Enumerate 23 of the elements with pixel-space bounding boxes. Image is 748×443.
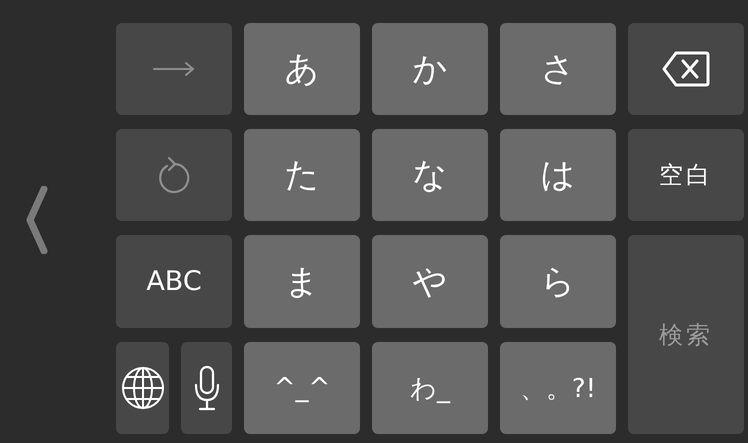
- globe-key[interactable]: [116, 342, 169, 434]
- kana-key[interactable]: な: [372, 129, 488, 221]
- backspace-icon: [662, 51, 710, 87]
- globe-icon: [120, 366, 164, 410]
- kana-key[interactable]: ら: [500, 235, 616, 328]
- space-key[interactable]: 空白: [628, 129, 744, 221]
- kana-key[interactable]: わ_: [372, 342, 488, 434]
- kana-key[interactable]: た: [244, 129, 360, 221]
- kana-key[interactable]: あ: [244, 23, 360, 115]
- microphone-icon: [194, 365, 220, 411]
- kana-key[interactable]: は: [500, 129, 616, 221]
- kana-key[interactable]: さ: [500, 23, 616, 115]
- backspace-key[interactable]: [628, 23, 744, 115]
- kana-key[interactable]: ^_^: [244, 342, 360, 434]
- abc-key[interactable]: ABC: [116, 235, 232, 328]
- kana-key[interactable]: ま: [244, 235, 360, 328]
- arrow-right-icon: [152, 61, 196, 77]
- undo-icon: [156, 156, 192, 194]
- kana-key[interactable]: か: [372, 23, 488, 115]
- microphone-key[interactable]: [181, 342, 232, 434]
- kana-key[interactable]: や: [372, 235, 488, 328]
- kana-key[interactable]: 、。?!: [500, 342, 616, 434]
- chevron-left-icon[interactable]: [26, 186, 48, 254]
